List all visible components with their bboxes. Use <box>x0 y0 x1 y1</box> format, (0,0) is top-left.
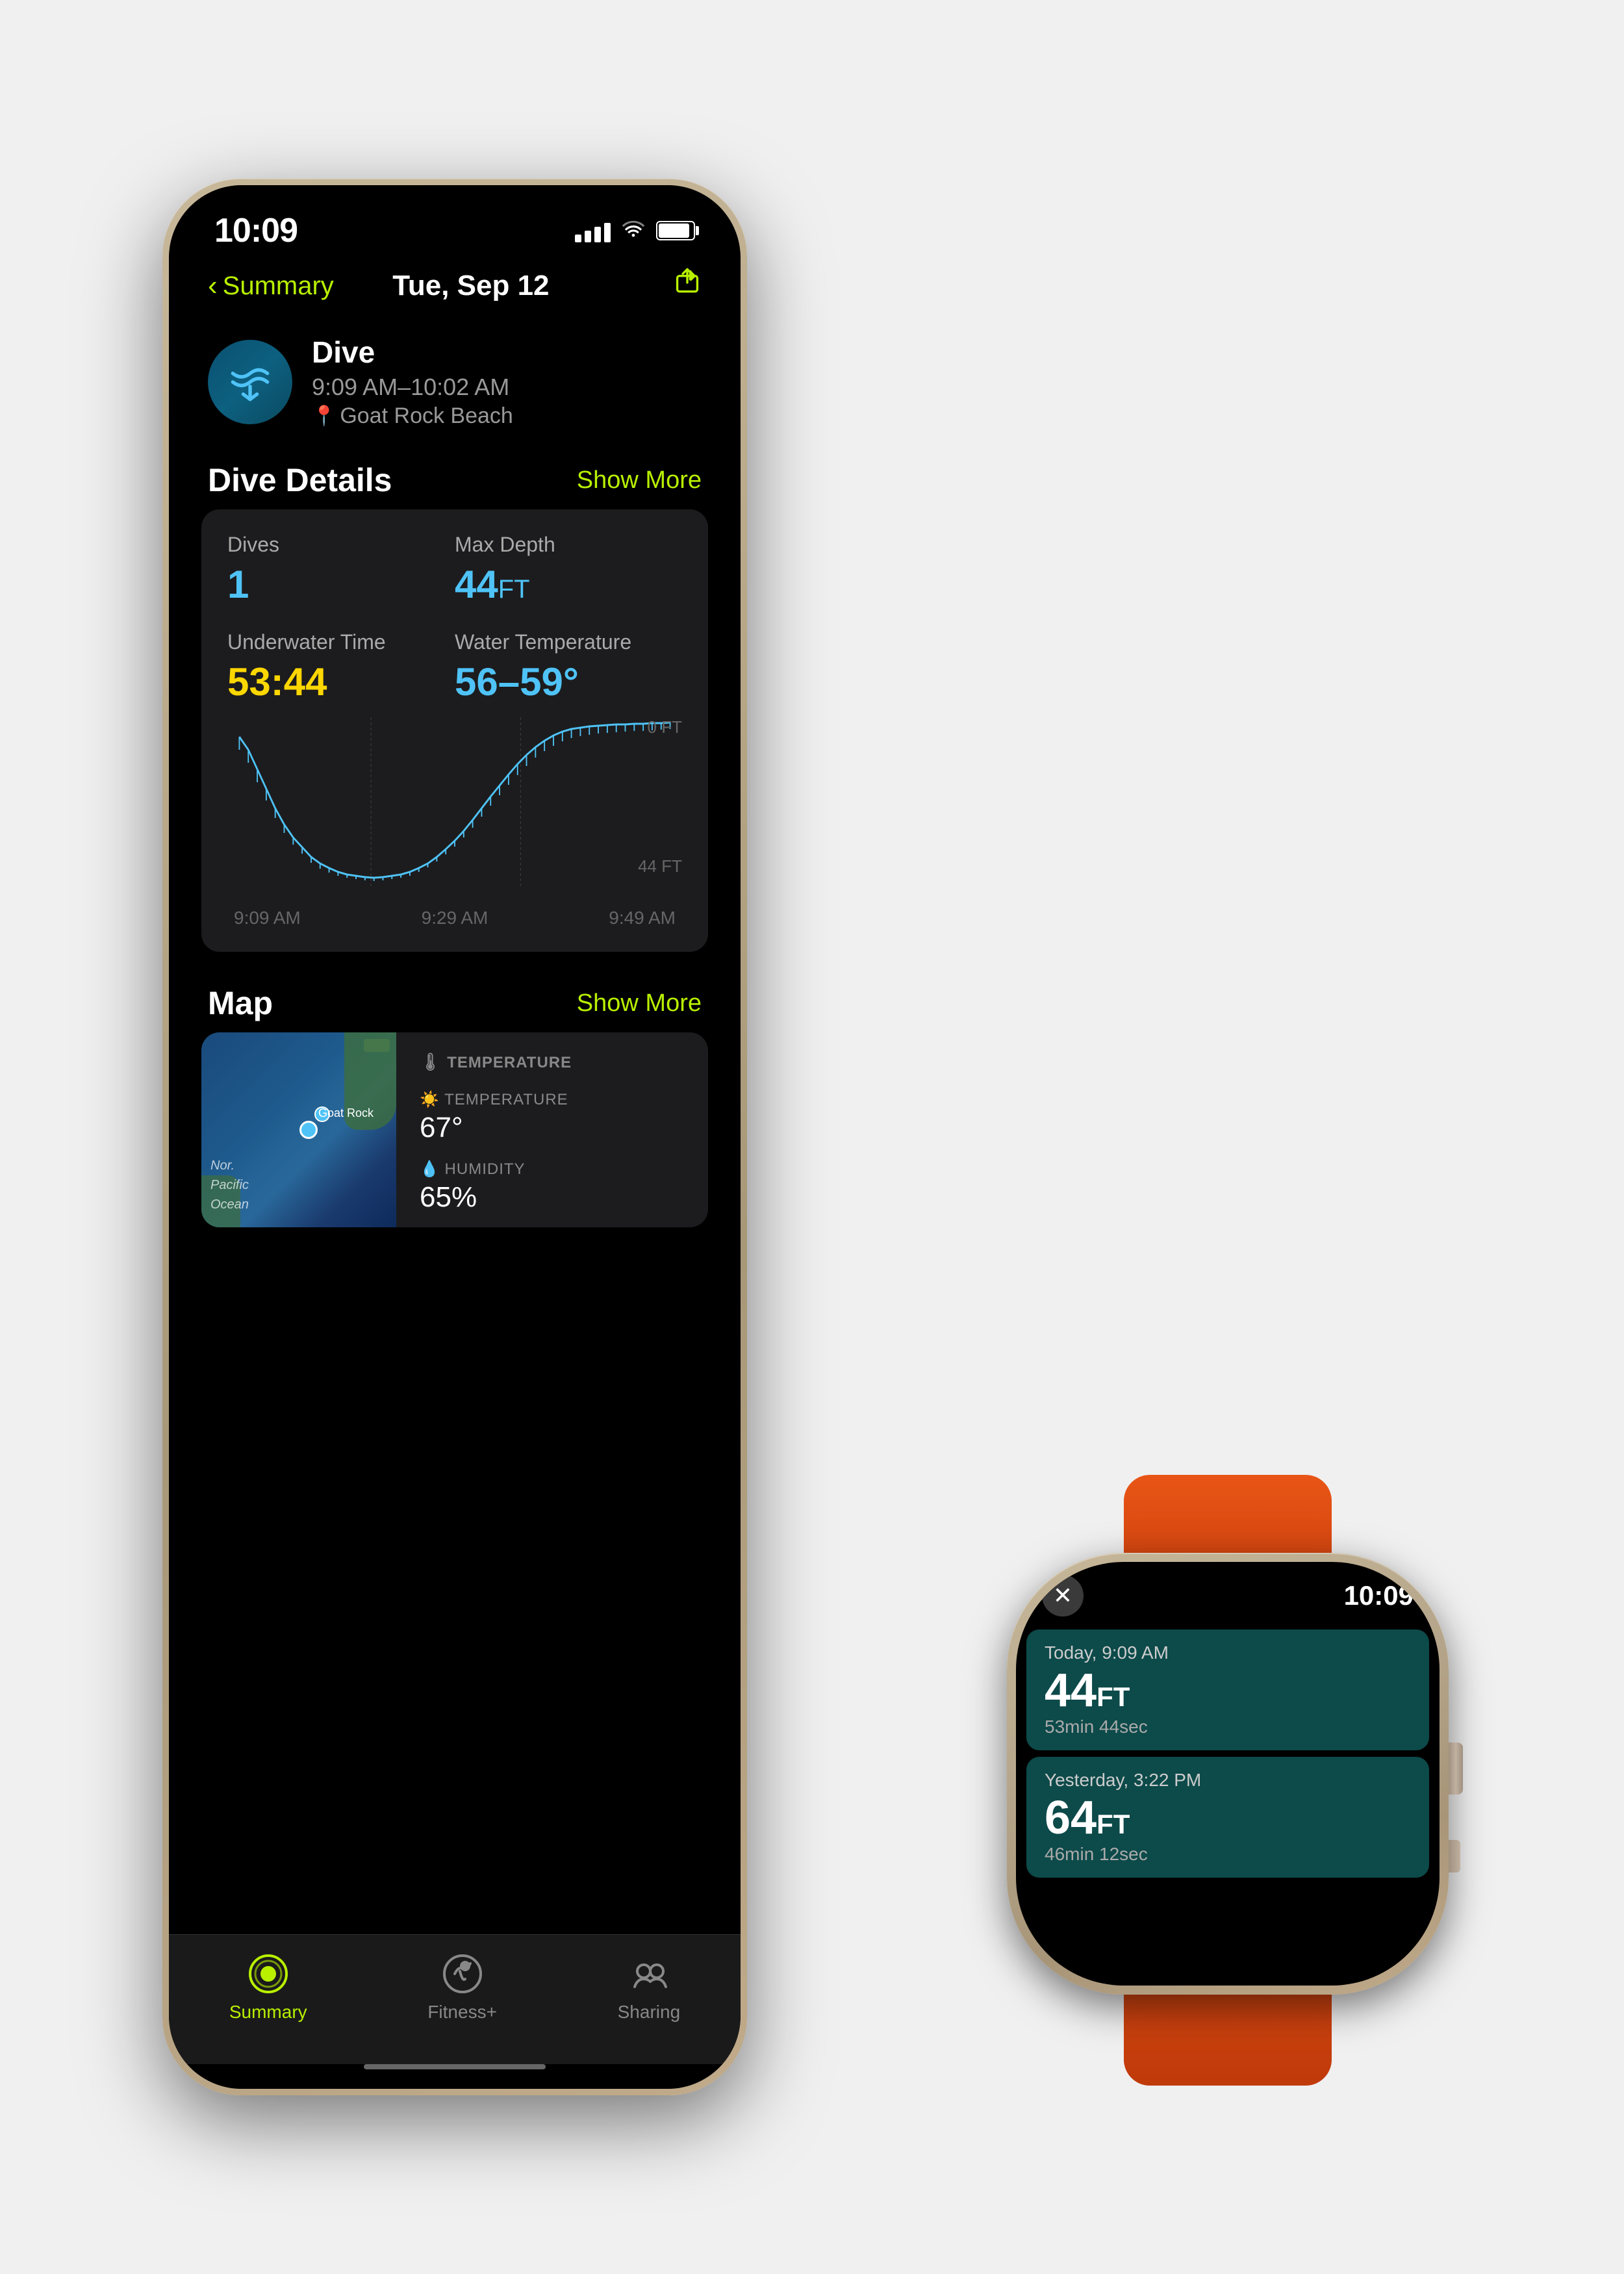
summary-tab-icon <box>246 1951 291 1997</box>
tab-summary[interactable]: Summary <box>229 1951 307 2023</box>
humidity-row: 💧 HUMIDITY 65% <box>420 1160 572 1214</box>
stat-max-depth-label: Max Depth <box>455 533 682 557</box>
chart-label-1: 9:09 AM <box>234 908 301 928</box>
depth-chart <box>227 717 682 899</box>
stat-dives-label: Dives <box>227 533 455 557</box>
tab-summary-label: Summary <box>229 2002 307 2023</box>
signal-bars-icon <box>575 219 611 242</box>
phone: 10:09 <box>162 179 747 2095</box>
watch-content: Today, 9:09 AM 44FT 53min 44sec Yesterda… <box>1016 1623 1440 1986</box>
tab-sharing[interactable]: Sharing <box>618 1951 681 2023</box>
humidity-value: 65% <box>420 1181 572 1214</box>
map-card: Nor. Pacific Ocean Goat Rock <box>201 1032 708 1227</box>
watch-side-button[interactable] <box>1449 1840 1460 1872</box>
thermometer-icon: 🌡 <box>420 1052 442 1071</box>
tab-fitness[interactable]: Fitness+ <box>427 1951 497 2023</box>
workout-info: Dive 9:09 AM–10:02 AM 📍 Goat Rock Beach <box>312 335 702 429</box>
wifi-icon <box>621 218 646 244</box>
map-image: Nor. Pacific Ocean Goat Rock <box>201 1032 396 1227</box>
dynamic-island <box>403 205 507 233</box>
humidity-label-text: 💧 HUMIDITY <box>420 1160 572 1179</box>
status-icons <box>575 218 695 244</box>
tab-bar: Summary <box>169 1934 741 2064</box>
temperature-item: 🌡 TEMPERATURE <box>420 1052 572 1075</box>
chart-y-bottom-label: 44 FT <box>638 856 682 876</box>
watch-band-top <box>1124 1475 1332 1566</box>
temp-label-text: ☀️ TEMPERATURE <box>420 1090 572 1109</box>
apple-watch: ✕ 10:09 Today, 9:09 AM 44FT 53min 44sec <box>981 1475 1475 2047</box>
watch-card-today-duration: 53min 44sec <box>1045 1717 1411 1737</box>
tab-fitness-label: Fitness+ <box>427 2002 497 2023</box>
workout-time: 9:09 AM–10:02 AM <box>312 374 702 401</box>
workout-icon <box>208 340 292 424</box>
stat-underwater-time-label: Underwater Time <box>227 630 455 654</box>
close-icon: ✕ <box>1053 1582 1072 1609</box>
chart-y-top-label: 0 FT <box>648 717 682 737</box>
watch-card-yesterday: Yesterday, 3:22 PM 64FT 46min 12sec <box>1026 1757 1429 1878</box>
watch-card-today-date: Today, 9:09 AM <box>1045 1642 1411 1663</box>
stats-card: Dives 1 Max Depth 44FT Underwater Time <box>201 509 708 952</box>
stat-dives-value: 1 <box>227 562 455 607</box>
fitness-tab-icon <box>440 1951 485 1997</box>
workout-title: Dive <box>312 335 702 370</box>
share-button[interactable] <box>673 267 702 305</box>
temperature-row: ☀️ TEMPERATURE 67° <box>420 1090 572 1144</box>
tab-sharing-label: Sharing <box>618 2002 681 2023</box>
watch-screen: ✕ 10:09 Today, 9:09 AM 44FT 53min 44sec <box>1016 1562 1440 1986</box>
map-pin-2: Goat Rock <box>314 1106 330 1122</box>
stat-water-temp-value: 56–59° <box>455 659 682 704</box>
scene: 10:09 <box>97 97 1527 2177</box>
goat-rock-label: Goat Rock <box>318 1106 374 1119</box>
status-time: 10:09 <box>214 211 298 250</box>
back-chevron-icon: ‹ <box>208 270 218 302</box>
nav-bar: ‹ Summary Tue, Sep 12 <box>169 250 741 322</box>
battery-icon <box>656 221 695 240</box>
watch-card-yesterday-depth: 64FT <box>1045 1795 1411 1841</box>
chart-label-3: 9:49 AM <box>609 908 676 928</box>
watch-body: ✕ 10:09 Today, 9:09 AM 44FT 53min 44sec <box>1007 1553 1449 1995</box>
map-show-more[interactable]: Show More <box>577 990 702 1017</box>
watch-band-bottom <box>1124 1982 1332 2086</box>
phone-outer: 10:09 <box>162 179 747 2095</box>
watch-card-yesterday-duration: 46min 12sec <box>1045 1844 1411 1865</box>
sharing-tab-icon <box>626 1951 672 1997</box>
stat-underwater-time: Underwater Time 53:44 <box>227 630 455 704</box>
map-title: Map <box>208 984 273 1022</box>
stat-max-depth-value: 44FT <box>455 562 682 607</box>
map-pin-1 <box>299 1121 318 1139</box>
map-header: Map Show More <box>169 971 741 1032</box>
watch-status-bar: ✕ 10:09 <box>1016 1562 1440 1623</box>
temperature-value: 67° <box>420 1112 572 1144</box>
location-pin-icon: 📍 <box>312 405 336 428</box>
watch-crown[interactable] <box>1449 1743 1463 1795</box>
chart-x-labels: 9:09 AM 9:29 AM 9:49 AM <box>227 908 682 928</box>
stat-water-temp-label: Water Temperature <box>455 630 682 654</box>
stat-water-temp: Water Temperature 56–59° <box>455 630 682 704</box>
humidity-icon: 💧 <box>420 1160 440 1178</box>
nav-title: Tue, Sep 12 <box>269 270 673 302</box>
map-info: 🌡 TEMPERATURE ☀️ TEMPERATURE 67° <box>396 1032 595 1227</box>
watch-close-button[interactable]: ✕ <box>1042 1575 1084 1616</box>
sun-icon: ☀️ <box>420 1091 440 1108</box>
home-indicator <box>364 2064 546 2069</box>
chart-label-2: 9:29 AM <box>422 908 488 928</box>
stat-dives: Dives 1 <box>227 533 455 607</box>
watch-card-today-depth: 44FT <box>1045 1667 1411 1714</box>
temperature-label: TEMPERATURE <box>447 1054 572 1071</box>
stat-underwater-time-value: 53:44 <box>227 659 455 704</box>
phone-screen: 10:09 <box>169 185 741 2089</box>
workout-header: Dive 9:09 AM–10:02 AM 📍 Goat Rock Beach <box>169 322 741 448</box>
watch-card-today: Today, 9:09 AM 44FT 53min 44sec <box>1026 1629 1429 1750</box>
phone-inner: 10:09 <box>169 185 741 2089</box>
watch-time: 10:09 <box>1344 1580 1414 1611</box>
dive-details-title: Dive Details <box>208 461 392 499</box>
dive-details-show-more[interactable]: Show More <box>577 466 702 494</box>
workout-location: 📍 Goat Rock Beach <box>312 403 702 429</box>
stat-max-depth: Max Depth 44FT <box>455 533 682 607</box>
map-ocean-label: Nor. Pacific Ocean <box>210 1156 249 1214</box>
watch-card-yesterday-date: Yesterday, 3:22 PM <box>1045 1770 1411 1791</box>
dive-details-header: Dive Details Show More <box>169 448 741 509</box>
stats-grid: Dives 1 Max Depth 44FT Underwater Time <box>227 533 682 704</box>
watch-case: ✕ 10:09 Today, 9:09 AM 44FT 53min 44sec <box>1007 1553 1449 1995</box>
